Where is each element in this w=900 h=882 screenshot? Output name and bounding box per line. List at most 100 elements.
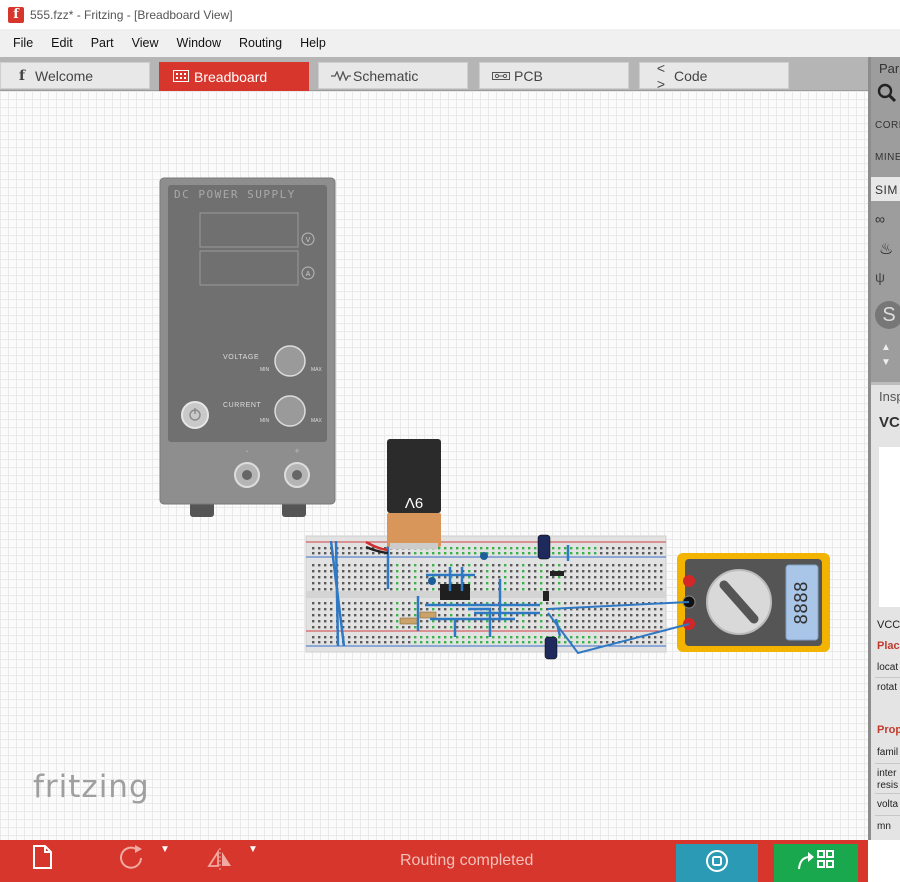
share-button[interactable] (676, 844, 758, 882)
property-mn-row: mn (877, 821, 891, 832)
power-button[interactable] (181, 401, 209, 429)
electrolytic-capacitor[interactable] (537, 534, 551, 560)
fritzing-logo: fritzing (33, 769, 150, 805)
placement-section[interactable]: Plac (877, 640, 900, 652)
diode[interactable] (550, 571, 564, 576)
export-button[interactable] (774, 844, 858, 882)
bottom-toolbar: ▼ ▼ Routing completed (0, 840, 868, 882)
voltage-max-label: MAX (311, 367, 323, 373)
pcb-icon (492, 68, 510, 84)
menu-help[interactable]: Help (291, 29, 335, 57)
search-icon[interactable] (877, 83, 897, 106)
inspector-title: Insp (879, 389, 900, 404)
tab-welcome-label: Welcome (35, 67, 94, 84)
diode-2[interactable] (543, 591, 549, 601)
ceramic-capacitor[interactable] (480, 552, 488, 560)
property-family-row: famil (877, 747, 899, 758)
flip-icon (207, 848, 231, 870)
routing-status: Routing completed (400, 852, 534, 869)
power-supply-title: DC POWER SUPPLY (174, 188, 296, 201)
scroll-up-icon[interactable]: ▲ (881, 342, 891, 353)
resistor-icon (331, 68, 351, 84)
flip-button[interactable] (200, 844, 240, 882)
menu-edit[interactable]: Edit (42, 29, 82, 57)
bin-core[interactable]: CORE (875, 120, 900, 131)
add-note-button[interactable] (22, 844, 62, 882)
sparkfun-bin-icon[interactable]: ♨ (879, 239, 893, 259)
scroll-down-icon[interactable]: ▼ (881, 357, 891, 368)
tab-code[interactable]: < > Code (639, 59, 789, 92)
view-tab-bar: f Welcome Breadboard Schematic PCB < > C… (0, 57, 868, 92)
plus-terminal-label: + (294, 446, 299, 456)
menu-window[interactable]: Window (168, 29, 230, 57)
menu-bar: File Edit Part View Window Routing Help (0, 29, 900, 57)
menu-routing[interactable]: Routing (230, 29, 291, 57)
part-image (879, 447, 900, 607)
arduino-bin-icon[interactable]: ∞ (875, 211, 885, 227)
property-internal-resistance-row: inter resis (877, 768, 899, 791)
bin-sim-active[interactable]: SIM (871, 177, 900, 201)
new-document-icon (33, 845, 52, 869)
tab-schematic[interactable]: Schematic (318, 62, 468, 89)
flip-dropdown-icon[interactable]: ▼ (248, 844, 258, 855)
amp-unit-label: A (306, 271, 311, 278)
share-icon (706, 850, 728, 872)
tab-breadboard-label: Breadboard (194, 69, 268, 85)
tab-schematic-label: Schematic (353, 67, 419, 84)
voltage-knob[interactable] (274, 345, 306, 377)
resistor[interactable] (419, 611, 437, 619)
parts-panel: Par CORE MINE SIM ∞ ♨ ψ S ▲ ▼ (871, 57, 900, 382)
tab-code-label: Code (674, 67, 708, 84)
volt-unit-label: V (306, 237, 311, 244)
placement-rotation-row: rotat (877, 682, 898, 693)
dc-power-supply[interactable]: DC POWER SUPPLY V A VOLTAGE MIN MAX CURR… (159, 177, 336, 517)
breadboard-canvas[interactable]: DC POWER SUPPLY V A VOLTAGE MIN MAX CURR… (0, 91, 868, 840)
fritzing-app-icon: f (8, 6, 24, 23)
seeed-bin-icon[interactable]: ψ (875, 269, 885, 285)
canvas-drawing: DC POWER SUPPLY V A VOLTAGE MIN MAX CURR… (159, 177, 830, 660)
current-min-label: MIN (260, 418, 270, 424)
rotate-button[interactable] (112, 844, 152, 882)
voltage-label: VOLTAGE (223, 354, 259, 361)
menu-file[interactable]: File (4, 29, 42, 57)
inspector-panel: Insp VCC VCC Plac locat rotat Prop famil… (871, 385, 900, 840)
menu-view[interactable]: View (123, 29, 168, 57)
placement-location-row: locat (877, 662, 899, 673)
code-brackets-icon: < > (656, 59, 666, 92)
tab-breadboard[interactable]: Breadboard (159, 62, 309, 92)
right-dock: Par CORE MINE SIM ∞ ♨ ψ S ▲ ▼ Insp VCC V… (868, 57, 900, 840)
rotate-dropdown-icon[interactable]: ▼ (160, 844, 170, 855)
multimeter-reading: 8888 (791, 581, 812, 624)
tab-pcb[interactable]: PCB (479, 62, 629, 89)
export-grid-icon (798, 850, 834, 870)
fritzing-f-icon: f (18, 67, 26, 84)
bin-sim: SIM (875, 183, 898, 197)
rotate-icon (120, 845, 142, 869)
multimeter[interactable]: 8888 (677, 553, 830, 652)
window-title: 555.fzz* - Fritzing - [Breadboard View] (30, 7, 233, 22)
multimeter-v-jack[interactable] (683, 575, 695, 587)
properties-section[interactable]: Prop (877, 724, 900, 736)
ic-555-chip[interactable] (440, 584, 470, 600)
resistor-2[interactable] (399, 617, 419, 625)
breadboard[interactable] (305, 534, 667, 660)
battery-label: 9V (405, 494, 423, 511)
minus-terminal-label: - (246, 446, 249, 456)
ceramic-capacitor-2[interactable] (428, 577, 436, 585)
inspector-part-title: VCC (879, 414, 900, 431)
property-voltage-row: volta (877, 799, 899, 810)
current-knob[interactable] (274, 395, 306, 427)
breadboard-icon (172, 69, 190, 85)
current-max-label: MAX (311, 418, 323, 424)
inspector-part-name: VCC (877, 619, 900, 631)
electrolytic-capacitor-2[interactable] (544, 636, 558, 660)
current-label: CURRENT (223, 402, 262, 409)
title-bar: f 555.fzz* - Fritzing - [Breadboard View… (0, 0, 900, 29)
tab-welcome[interactable]: f Welcome (0, 62, 150, 89)
tab-pcb-label: PCB (514, 67, 543, 84)
snootlab-bin-icon[interactable]: S (875, 301, 900, 329)
menu-part[interactable]: Part (82, 29, 123, 57)
voltage-min-label: MIN (260, 367, 270, 373)
bin-mine[interactable]: MINE (875, 152, 900, 163)
parts-panel-title: Par (879, 61, 900, 76)
